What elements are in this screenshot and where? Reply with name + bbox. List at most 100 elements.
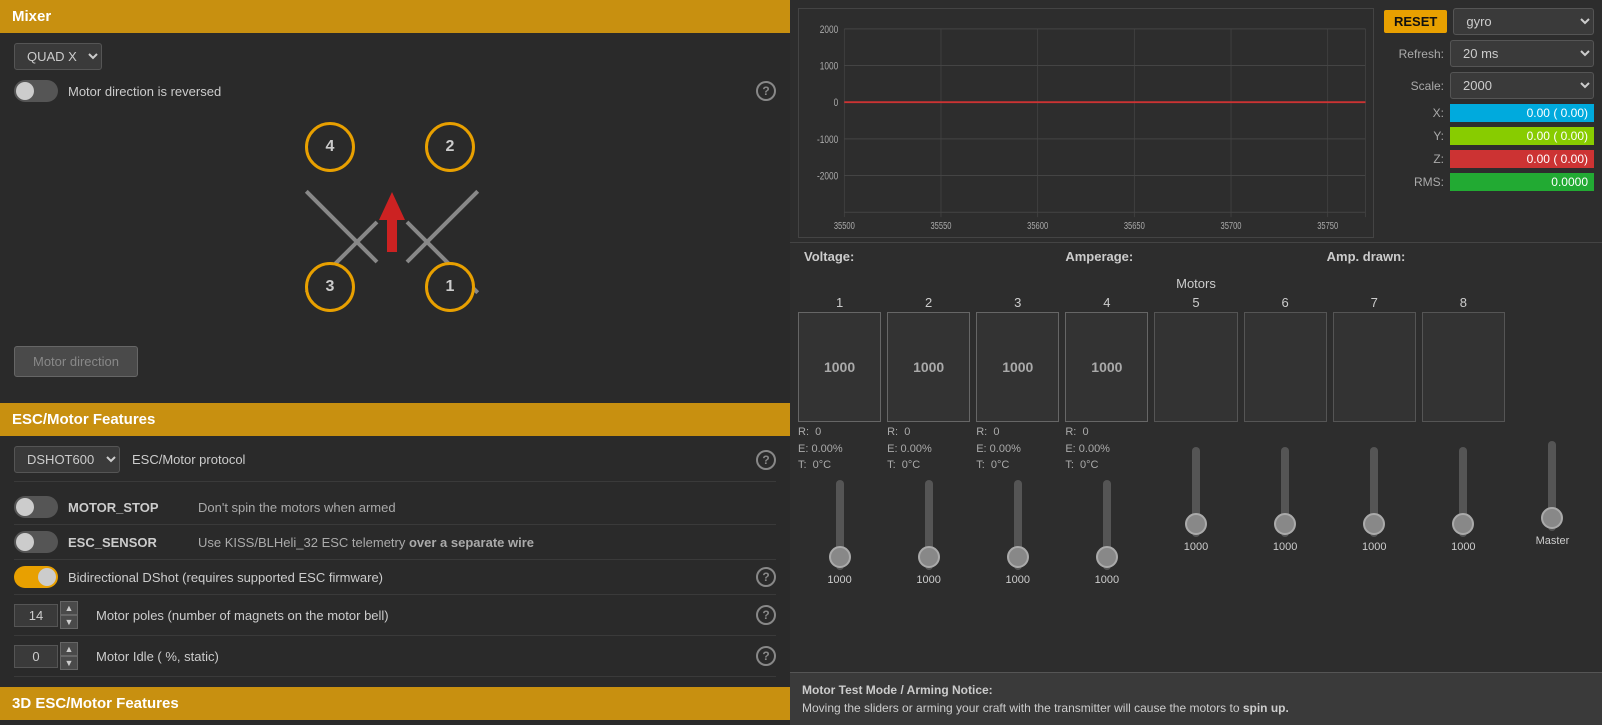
motor-3-num: 3 bbox=[1014, 295, 1021, 310]
slider-thumb-2[interactable] bbox=[918, 546, 940, 568]
amp-drawn-label: Amp. drawn: bbox=[1327, 249, 1406, 264]
motor-idle-spinner: ▲ ▼ bbox=[14, 642, 78, 670]
slider-thumb-6[interactable] bbox=[1274, 513, 1296, 535]
slider-track-5[interactable] bbox=[1192, 447, 1200, 537]
slider-track-4[interactable] bbox=[1103, 480, 1111, 570]
motor-poles-up[interactable]: ▲ bbox=[60, 601, 78, 615]
rms-value: 0.0000 bbox=[1450, 173, 1594, 191]
motor-circle-1: 1 bbox=[425, 262, 475, 312]
motor-reversed-help[interactable]: ? bbox=[756, 81, 776, 101]
mixer-title: Mixer bbox=[12, 8, 51, 25]
slider-track-6[interactable] bbox=[1281, 447, 1289, 537]
help-icon-protocol[interactable]: ? bbox=[756, 450, 776, 470]
motor-idle-down[interactable]: ▼ bbox=[60, 656, 78, 670]
motor-2-num: 2 bbox=[925, 295, 932, 310]
slider-thumb-3[interactable] bbox=[1007, 546, 1029, 568]
slider-track-2[interactable] bbox=[925, 480, 933, 570]
3desc-header: 3D ESC/Motor Features bbox=[0, 687, 790, 720]
slider-track-1[interactable] bbox=[836, 480, 844, 570]
amp-drawn-item: Amp. drawn: bbox=[1327, 249, 1588, 264]
esc-sensor-toggle[interactable] bbox=[14, 531, 58, 553]
x-axis-label: X: bbox=[1384, 106, 1444, 120]
slider-thumb-4[interactable] bbox=[1096, 546, 1118, 568]
esc-content: DSHOT600 DSHOT300 DSHOT150 ESC/Motor pro… bbox=[0, 436, 790, 687]
y-row: Y: 0.00 ( 0.00) bbox=[1384, 127, 1594, 145]
motor-8-num: 8 bbox=[1460, 295, 1467, 310]
motor-idle-input[interactable] bbox=[14, 645, 58, 668]
slider-val-1: 1000 bbox=[827, 574, 851, 586]
master-col: Master bbox=[1511, 295, 1594, 547]
reset-button[interactable]: RESET bbox=[1384, 10, 1447, 33]
quad-select[interactable]: QUAD X QUAD + TRI bbox=[14, 43, 102, 70]
slider-track-3[interactable] bbox=[1014, 480, 1022, 570]
motor-circle-2: 2 bbox=[425, 122, 475, 172]
motor-poles-down[interactable]: ▼ bbox=[60, 615, 78, 629]
motor-reversed-row: Motor direction is reversed ? bbox=[14, 80, 776, 102]
motor-stat-3: R: 0E: 0.00%T: 0°C bbox=[976, 424, 1059, 474]
motor-col-3: 3 1000 R: 0E: 0.00%T: 0°C 1000 bbox=[976, 295, 1059, 586]
motor-circle-3: 3 bbox=[305, 262, 355, 312]
master-slider-track[interactable] bbox=[1548, 441, 1556, 531]
protocol-select[interactable]: DSHOT600 DSHOT300 DSHOT150 bbox=[14, 446, 120, 473]
motor-direction-button[interactable]: Motor direction bbox=[14, 346, 138, 377]
motor-stat-7 bbox=[1333, 424, 1416, 441]
rms-row: RMS: 0.0000 bbox=[1384, 173, 1594, 191]
slider-thumb-1[interactable] bbox=[829, 546, 851, 568]
reset-gyro-row: RESET gyro acc mag bbox=[1384, 8, 1594, 35]
bidir-toggle[interactable] bbox=[14, 566, 58, 588]
scale-select[interactable]: 2000 1000 500 250 bbox=[1450, 72, 1594, 99]
motors-title: Motors bbox=[798, 276, 1594, 291]
chart-svg: 2000 1000 0 -1000 -2000 35500 35550 3560… bbox=[799, 9, 1373, 237]
motor-col-1: 1 1000 R: 0E: 0.00%T: 0°C 1000 bbox=[798, 295, 881, 586]
motor-idle-label: Motor Idle ( %, static) bbox=[96, 649, 219, 664]
slider-val-2: 1000 bbox=[916, 574, 940, 586]
motor-box-3: 1000 bbox=[976, 312, 1059, 422]
master-label bbox=[1551, 295, 1555, 310]
svg-text:35750: 35750 bbox=[1317, 220, 1338, 231]
motors-grid: 1 1000 R: 0E: 0.00%T: 0°C 1000 2 1000 R:… bbox=[798, 295, 1594, 586]
svg-text:35500: 35500 bbox=[834, 220, 855, 231]
slider-track-7[interactable] bbox=[1370, 447, 1378, 537]
protocol-row: DSHOT600 DSHOT300 DSHOT150 ESC/Motor pro… bbox=[14, 446, 776, 482]
master-slider-thumb[interactable] bbox=[1541, 507, 1563, 529]
motor-slider-1: 1000 bbox=[827, 480, 851, 586]
chart-controls: RESET gyro acc mag Refresh: 20 ms 40 ms … bbox=[1374, 8, 1594, 238]
motor-slider-6: 1000 bbox=[1273, 447, 1297, 553]
gyro-select[interactable]: gyro acc mag bbox=[1453, 8, 1594, 35]
motor-reversed-toggle[interactable] bbox=[14, 80, 58, 102]
motor-col-5: 5 1000 bbox=[1154, 295, 1237, 553]
voltage-item: Voltage: bbox=[804, 249, 1065, 264]
slider-thumb-8[interactable] bbox=[1452, 513, 1474, 535]
scale-label: Scale: bbox=[1384, 79, 1444, 93]
help-icon-bidir[interactable]: ? bbox=[756, 567, 776, 587]
notice-bar: Motor Test Mode / Arming Notice: Moving … bbox=[790, 672, 1602, 725]
motor-stat-8 bbox=[1422, 424, 1505, 441]
motor-stop-toggle[interactable] bbox=[14, 496, 58, 518]
help-icon-poles[interactable]: ? bbox=[756, 605, 776, 625]
motor-idle-up[interactable]: ▲ bbox=[60, 642, 78, 656]
help-icon-idle[interactable]: ? bbox=[756, 646, 776, 666]
quad-select-row: QUAD X QUAD + TRI bbox=[14, 43, 776, 70]
motor-poles-input[interactable] bbox=[14, 604, 58, 627]
esc-sensor-row: ESC_SENSOR Use KISS/BLHeli_32 ESC teleme… bbox=[14, 525, 776, 560]
motor-stop-label: MOTOR_STOP bbox=[68, 500, 188, 515]
y-value: 0.00 ( 0.00) bbox=[1450, 127, 1594, 145]
motor-direction-row: Motor direction bbox=[14, 342, 776, 385]
refresh-label: Refresh: bbox=[1384, 47, 1444, 61]
slider-thumb-5[interactable] bbox=[1185, 513, 1207, 535]
motor-stat-5 bbox=[1154, 424, 1237, 441]
help-icon-motor-reversed[interactable]: ? bbox=[756, 81, 776, 101]
amperage-item: Amperage: bbox=[1065, 249, 1326, 264]
motor-box-5 bbox=[1154, 312, 1237, 422]
slider-thumb-7[interactable] bbox=[1363, 513, 1385, 535]
slider-track-8[interactable] bbox=[1459, 447, 1467, 537]
slider-val-4: 1000 bbox=[1095, 574, 1119, 586]
svg-text:35600: 35600 bbox=[1027, 220, 1048, 231]
svg-text:35550: 35550 bbox=[931, 220, 952, 231]
chart-container: 2000 1000 0 -1000 -2000 35500 35550 3560… bbox=[798, 8, 1374, 238]
svg-text:2000: 2000 bbox=[820, 24, 839, 36]
refresh-select[interactable]: 20 ms 40 ms 80 ms 160 ms bbox=[1450, 40, 1594, 67]
motor-stop-row: MOTOR_STOP Don't spin the motors when ar… bbox=[14, 490, 776, 525]
motor-slider-3: 1000 bbox=[1006, 480, 1030, 586]
quad-diagram: 4 2 3 1 bbox=[275, 112, 515, 332]
